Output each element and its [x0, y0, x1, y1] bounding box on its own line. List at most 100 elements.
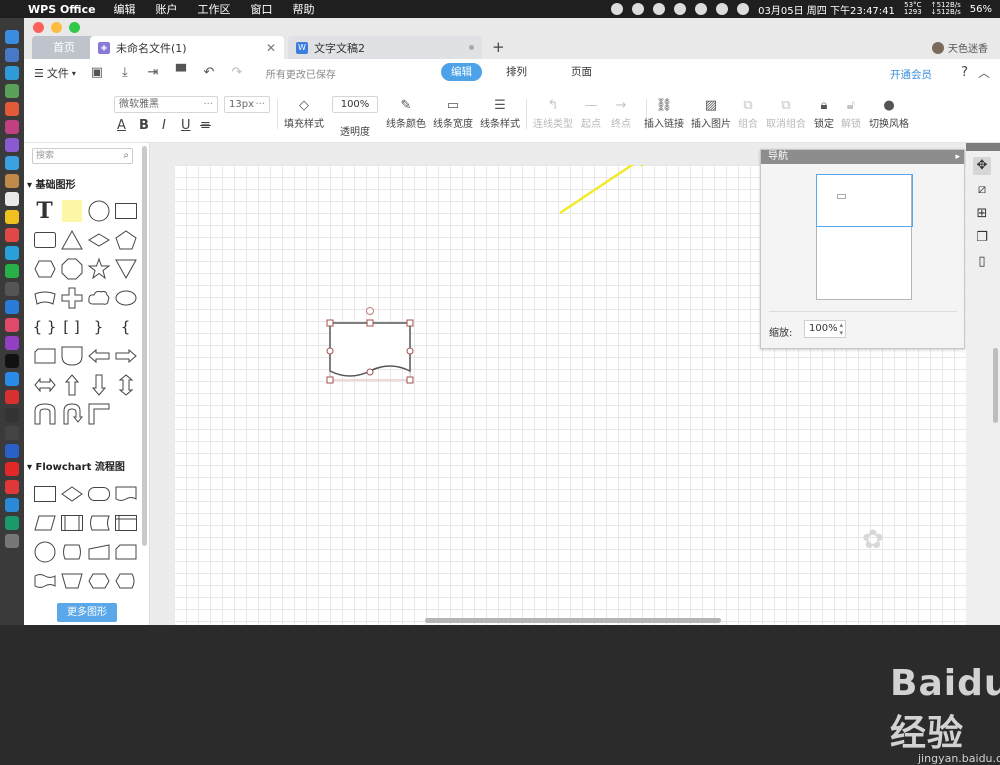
dock-app-icon[interactable]: [5, 282, 19, 296]
shape-cross[interactable]: [58, 285, 85, 310]
mode-page[interactable]: 页面: [561, 63, 602, 81]
file-menu[interactable]: ☰ 文件 ▾: [34, 65, 76, 81]
shape-u-turn[interactable]: [31, 401, 58, 426]
tab-document[interactable]: W 文字文稿2: [288, 36, 482, 59]
fc-document[interactable]: [112, 481, 139, 506]
dock-app-icon[interactable]: [5, 228, 19, 242]
bold-icon[interactable]: B: [139, 118, 149, 133]
battery-percent[interactable]: 56%: [970, 4, 992, 15]
shape-braces[interactable]: { }: [31, 314, 58, 339]
shape-document[interactable]: [31, 343, 58, 368]
fc-manual-operation[interactable]: [58, 568, 85, 593]
strikethrough-icon[interactable]: ≡: [200, 118, 211, 133]
fc-card[interactable]: [112, 539, 139, 564]
shape-brace-single[interactable]: {: [112, 314, 139, 339]
dock-app-icon[interactable]: [5, 120, 19, 134]
dock-app-icon[interactable]: [5, 48, 19, 62]
page-settings-icon[interactable]: ▯: [973, 253, 991, 271]
tray-icon[interactable]: [674, 3, 687, 15]
close-tab-icon[interactable]: ✕: [266, 41, 276, 55]
shape-circle[interactable]: [85, 198, 112, 223]
dock-app-icon[interactable]: [5, 84, 19, 98]
dock-app-icon[interactable]: [5, 498, 19, 512]
menu-workspace[interactable]: 工作区: [198, 1, 231, 17]
dock-app-icon[interactable]: [5, 516, 19, 530]
shape-brace-right[interactable]: }: [85, 314, 112, 339]
font-size-select[interactable]: 13px ···: [224, 96, 270, 113]
underline-icon[interactable]: U: [181, 118, 191, 133]
help-button[interactable]: ?: [961, 65, 968, 80]
download-icon[interactable]: ⤓: [118, 66, 132, 80]
dock-app-icon[interactable]: [5, 174, 19, 188]
tab-home[interactable]: 首页: [32, 36, 96, 59]
navigator-minimap[interactable]: [816, 174, 913, 300]
line-width-button[interactable]: ▭ 线条宽度: [427, 97, 479, 130]
line-color-button[interactable]: ✎ 线条颜色: [380, 97, 432, 130]
shape-cloud[interactable]: [85, 285, 112, 310]
more-shapes-button[interactable]: 更多图形: [57, 603, 117, 622]
section-flowchart[interactable]: ▾ Flowchart 流程图: [27, 458, 125, 473]
dock-app-icon[interactable]: [5, 246, 19, 260]
fc-predefined[interactable]: [58, 510, 85, 535]
shape-octagon[interactable]: [58, 256, 85, 281]
tray-icon[interactable]: [632, 3, 645, 15]
tab-active-document[interactable]: ◈ 未命名文件(1) ✕: [90, 36, 284, 59]
resize-handle[interactable]: [326, 376, 334, 384]
mode-arrange[interactable]: 排列: [496, 63, 537, 81]
shape-triangle[interactable]: [58, 227, 85, 252]
navigator-header[interactable]: 导航 ▸: [761, 150, 964, 164]
zoom-window-button[interactable]: [69, 22, 80, 33]
section-basic-shapes[interactable]: ▾ 基础图形: [27, 176, 76, 191]
dock-app-icon[interactable]: [5, 372, 19, 386]
insert-link-button[interactable]: ⛓ 插入链接: [638, 97, 690, 130]
menu-edit[interactable]: 编辑: [114, 1, 136, 17]
resize-handle[interactable]: [326, 319, 334, 327]
shape-text[interactable]: T: [31, 198, 58, 224]
shape-search-input[interactable]: 搜索 ⌕: [32, 148, 133, 164]
shape-arrow-down[interactable]: [85, 372, 112, 397]
fc-display[interactable]: [112, 568, 139, 593]
fc-decision[interactable]: [58, 481, 85, 506]
trash-icon[interactable]: [5, 534, 19, 548]
shape-arrow-right[interactable]: [112, 343, 139, 368]
shape-u-turn-arrow[interactable]: [58, 401, 85, 426]
resize-handle[interactable]: [406, 376, 414, 384]
dock-app-icon[interactable]: [5, 390, 19, 404]
fc-internal-storage[interactable]: [112, 510, 139, 535]
save-icon[interactable]: ▣: [90, 66, 104, 80]
pages-icon[interactable]: ❐: [973, 229, 991, 247]
export-icon[interactable]: ⇥: [146, 66, 160, 80]
resize-handle[interactable]: [406, 319, 414, 327]
shape-rectangle[interactable]: [112, 198, 139, 223]
fc-terminator[interactable]: [85, 481, 112, 506]
menu-window[interactable]: 窗口: [251, 1, 273, 17]
font-family-select[interactable]: 微软雅黑 ···: [114, 96, 218, 113]
fc-direct-data[interactable]: [58, 539, 85, 564]
shape-brace-left[interactable]: [ ]: [58, 314, 85, 339]
italic-icon[interactable]: I: [162, 118, 166, 133]
fc-data[interactable]: [31, 510, 58, 535]
menu-account[interactable]: 账户: [156, 1, 178, 17]
shape-arrow-ud[interactable]: [112, 372, 139, 397]
dock-app-icon[interactable]: [5, 102, 19, 116]
viewport-indicator[interactable]: [816, 174, 913, 227]
minimize-window-button[interactable]: [51, 22, 62, 33]
stepper-icon[interactable]: ▴ ▾: [839, 321, 843, 337]
date-time[interactable]: 03月05日 周四 下午23:47:41: [758, 2, 895, 17]
menu-help[interactable]: 帮助: [293, 1, 315, 17]
font-color-icon[interactable]: A: [117, 118, 126, 133]
shape-arrow-lr[interactable]: [31, 372, 58, 397]
new-tab-button[interactable]: +: [492, 38, 505, 56]
dock-app-icon[interactable]: [5, 318, 19, 332]
fc-process[interactable]: [31, 481, 58, 506]
shape-rounded-rect[interactable]: [31, 227, 58, 252]
shape-style-icon[interactable]: ⧄: [973, 181, 991, 199]
resize-handle[interactable]: [406, 347, 414, 355]
shape-inverted-triangle[interactable]: [112, 256, 139, 281]
format-painter-icon[interactable]: ▀: [174, 66, 188, 80]
dock-app-icon[interactable]: [5, 30, 19, 44]
fill-style-button[interactable]: ◇ 填充样式: [278, 97, 330, 130]
fc-tape[interactable]: [31, 568, 58, 593]
dock-app-icon[interactable]: [5, 192, 19, 206]
mode-edit[interactable]: 编辑: [441, 63, 482, 81]
